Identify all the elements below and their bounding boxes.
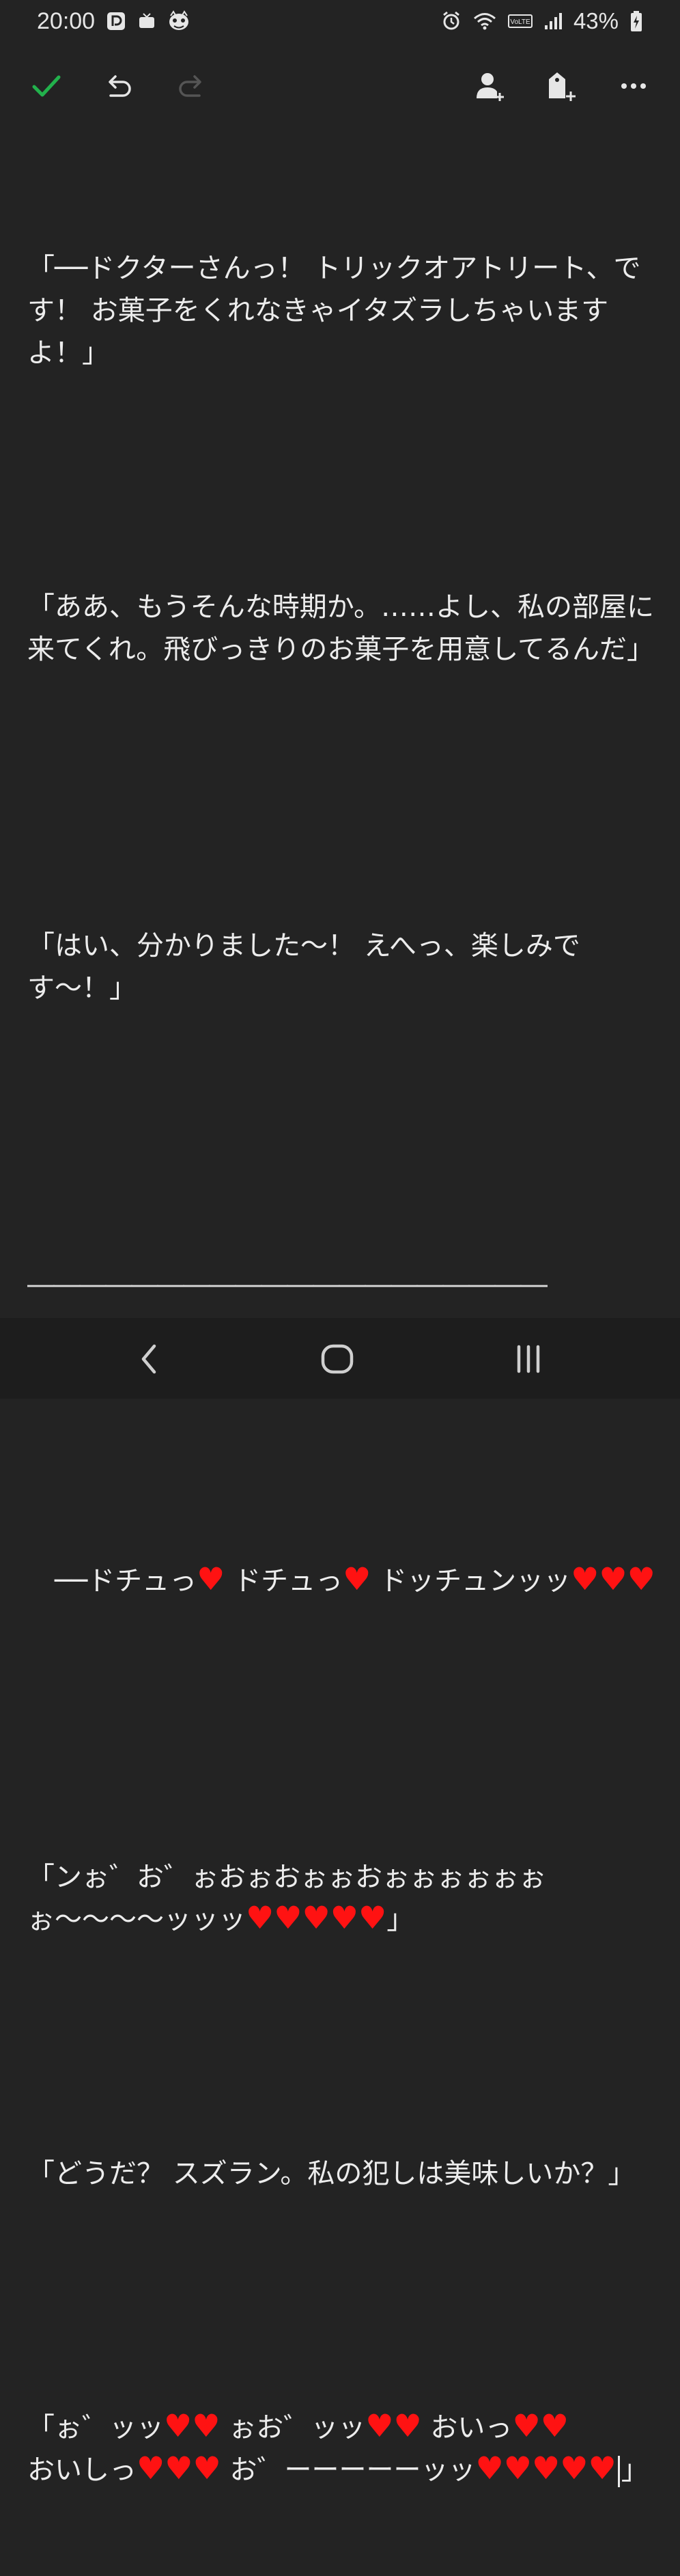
text-span: ドチュっ [225,1565,343,1597]
back-icon [141,1344,156,1374]
add-tag-icon [549,72,576,101]
check-icon [32,75,61,97]
redo-icon [179,75,201,97]
text-span: おいっ [421,2412,513,2444]
heart-emoji: ♥ [246,1899,274,1936]
text-span: 」 [386,1904,414,1935]
text-span: お゛ーーーーーッッ [221,2454,476,2486]
alarm-icon [441,11,462,31]
heart-emoji: ♥ [599,1560,627,1597]
heart-emoji: ♥ [627,1560,655,1597]
heart-emoji: ♥ [164,2407,193,2444]
add-tag-button[interactable] [543,68,579,104]
signal-icon [543,12,563,31]
paragraph: 「ンぉ゛お゛ぉおぉおぉぉおぉぉぉぉぉぉぉ〜〜〜〜ッッッ♥♥♥♥♥」 [27,1856,655,1941]
more-horizontal-icon [621,83,646,89]
editor-toolbar [0,53,680,119]
heart-emoji: ♥ [393,2407,422,2444]
recents-button[interactable] [508,1339,549,1380]
back-button[interactable] [128,1339,169,1380]
paragraph: 「はい、分かりました〜！ えへっ、楽しみです〜！」 [27,930,580,1004]
home-button[interactable] [317,1339,358,1380]
tv-icon [137,12,156,31]
heart-emoji: ♥ [302,1899,330,1936]
status-right: VoLTE 43% [441,8,643,34]
paragraph: 「ぉ゛ッッ♥♥ ぉお゛ッッ♥♥ おいっ♥♥ おいしっ♥♥♥ お゛ーーーーーッッ♥♥… [27,2407,655,2534]
status-time: 20:00 [37,8,96,34]
redo-button[interactable] [173,68,209,104]
status-bar: 20:00 VoLTE 43% [0,0,680,42]
text-span: ──ドチュっ [27,1565,197,1597]
system-navigation-bar [0,1318,680,1399]
heart-emoji: ♥ [274,1899,302,1936]
recents-icon [517,1345,540,1373]
text-span: 「ぉ゛ッッ [27,2412,164,2444]
heart-emoji: ♥ [193,2450,221,2487]
game-mascot-icon [167,10,190,32]
paragraph: 「ああ、もうそんな時期か。……よし、私の部屋に来てくれ。飛びっきりのお菓子を用意… [27,591,654,665]
text-span: おいしっ [27,2454,137,2486]
heart-emoji: ♥ [540,2407,569,2444]
heart-emoji: ♥ [560,2450,589,2487]
battery-charging-icon [629,10,643,32]
undo-icon [109,75,131,97]
heart-emoji: ♥ [571,1560,599,1597]
add-person-icon [477,73,504,101]
separator-line: ―――――――――――――――――――― [27,1269,548,1300]
text-span: ぉお゛ッッ [220,2412,366,2444]
heart-emoji: ♥ [137,2450,165,2487]
wifi-icon [472,11,497,31]
more-options-button[interactable] [616,68,651,104]
heart-emoji: ♥ [531,2450,561,2487]
text-cursor [617,2456,620,2487]
heart-emoji: ♥ [358,1899,387,1936]
battery-percent: 43% [573,8,619,33]
heart-emoji: ♥ [503,2450,532,2487]
confirm-button[interactable] [29,68,64,104]
heart-emoji: ♥ [475,2450,504,2487]
heart-emoji: ♥ [588,2450,617,2487]
volte-icon: VoLTE [507,14,533,28]
heart-emoji: ♥ [197,1560,225,1597]
text-span: ドッチュンッッ [371,1565,571,1597]
home-icon [321,1344,354,1374]
heart-emoji: ♥ [512,2407,541,2444]
pixiv-icon [106,11,126,31]
undo-button[interactable] [101,68,137,104]
heart-emoji: ♥ [165,2450,193,2487]
heart-emoji: ♥ [343,1560,371,1597]
paragraph: 「どうだ？ スズラン。私の犯しは美味しいか？」 [27,2158,636,2189]
paragraph: 「──ドクターさんっ！ トリックオアトリート、です！ お菓子をくれなきゃイタズラ… [27,253,641,369]
text-span: 」 [621,2454,649,2486]
heart-emoji: ♥ [192,2407,221,2444]
svg-text:VoLTE: VoLTE [510,18,530,26]
heart-emoji: ♥ [365,2407,394,2444]
add-person-button[interactable] [472,68,508,104]
paragraph: ──ドチュっ♥ ドチュっ♥ ドッチュンッッ♥♥♥ [27,1560,655,1644]
heart-emoji: ♥ [330,1899,358,1936]
status-left: 20:00 [37,8,190,35]
